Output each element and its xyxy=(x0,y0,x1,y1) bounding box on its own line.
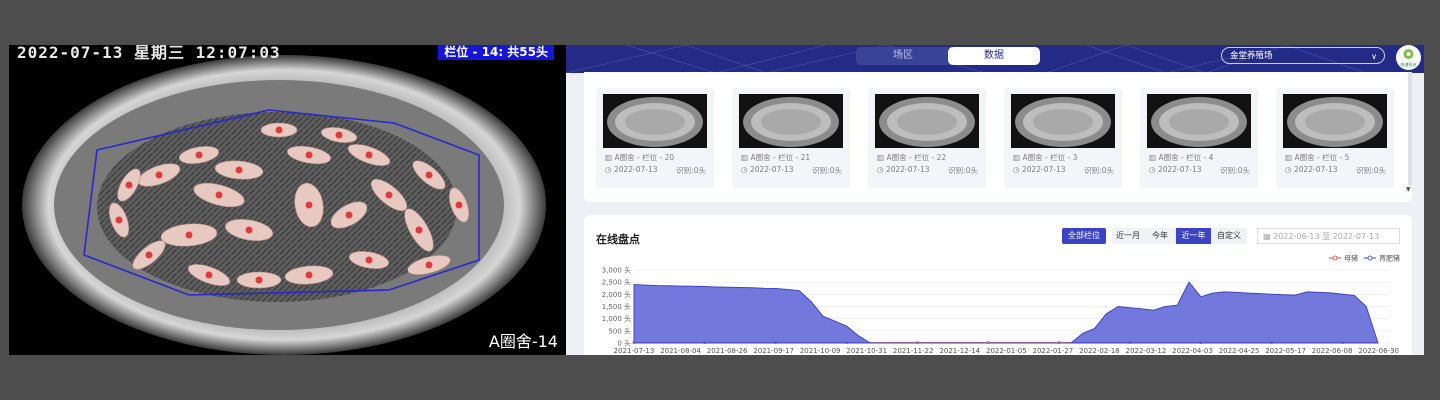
view-tabs: 场区 数据 xyxy=(856,47,1040,65)
x-tick-label: 2021-08-04 xyxy=(660,347,701,355)
y-tick-label: 1,500 头 xyxy=(602,302,631,311)
y-tick-label: 500 头 xyxy=(608,326,631,335)
legend-label: 育肥猪 xyxy=(1379,254,1400,263)
clock-icon: ◷ xyxy=(877,165,886,174)
pen-name: A圈舍 - 栏位 - 22 xyxy=(886,153,947,162)
inventory-chart: 3,000 头 2,500 头 2,000 头 1,500 头 1,000 头 500 头… xyxy=(602,254,1400,356)
camera-timestamp: 2022-07-13 星期三 12:07:03 xyxy=(17,45,281,62)
clock-icon: ◷ xyxy=(605,165,614,174)
pen-thumbnail[interactable] xyxy=(1283,94,1387,148)
dashboard: 场区 数据 金堂养殖场 ∨ 唯谱科技 ▥ A圈舍 - 栏位 - 20 ◷ 2022… xyxy=(566,45,1424,355)
pen-date: 2022-07-13 xyxy=(1293,165,1338,174)
inventory-panel: 在线盘点 全部栏位 近一月 今年 近一年 自定义 ▦ 2022-06-13 至 … xyxy=(584,215,1412,355)
farm-select[interactable]: 金堂养殖场 ∨ xyxy=(1221,47,1385,64)
x-tick-label: 2022-03-12 xyxy=(1126,347,1167,355)
legend-marker xyxy=(1367,255,1373,261)
pen-card[interactable]: ▥ A圈舍 - 栏位 - 4 ◷ 2022-07-13 识别:0头 xyxy=(1140,88,1258,188)
scroll-down-icon[interactable]: ▼ xyxy=(1406,186,1411,193)
pen-date: 2022-07-13 xyxy=(749,165,794,174)
x-tick-label: 2021-08-26 xyxy=(707,347,748,355)
tab-field[interactable]: 场区 xyxy=(858,47,948,65)
pen-name: A圈舍 - 栏位 - 21 xyxy=(750,153,811,162)
x-tick-label: 2021-11-22 xyxy=(893,347,934,355)
company-logo: 唯谱科技 xyxy=(1396,45,1421,70)
y-tick-label: 2,000 头 xyxy=(602,290,631,299)
x-tick-label: 2022-06-30 xyxy=(1358,347,1399,355)
pen-date: 2022-07-13 xyxy=(1021,165,1066,174)
top-bar: 场区 数据 金堂养殖场 ∨ 唯谱科技 xyxy=(566,45,1424,73)
pen-count: 识别:0头 xyxy=(1356,166,1386,175)
legend-marker xyxy=(1332,255,1338,261)
legend-label: 母猪 xyxy=(1344,254,1358,263)
x-tick-label: 2021-09-17 xyxy=(753,347,794,355)
x-tick-label: 2021-07-13 xyxy=(614,347,655,355)
pen-card[interactable]: ▥ A圈舍 - 栏位 - 22 ◷ 2022-07-13 识别:0头 xyxy=(868,88,986,188)
pen-date: 2022-07-13 xyxy=(885,165,930,174)
clock-icon: ◷ xyxy=(1285,165,1294,174)
x-tick-label: 2022-05-17 xyxy=(1265,347,1306,355)
y-tick-label: 2,500 头 xyxy=(602,278,631,287)
pen-card[interactable]: ▥ A圈舍 - 栏位 - 20 ◷ 2022-07-13 识别:0头 xyxy=(596,88,714,188)
pen-card[interactable]: ▥ A圈舍 - 栏位 - 21 ◷ 2022-07-13 识别:0头 xyxy=(732,88,850,188)
finisher-area xyxy=(633,281,1379,344)
pen-name: A圈舍 - 栏位 - 20 xyxy=(614,153,675,162)
x-tick-label: 2022-02-18 xyxy=(1079,347,1120,355)
pen-count-label: 栏位 - 14: 共55头 xyxy=(438,45,554,60)
x-tick-label: 2022-01-05 xyxy=(986,347,1027,355)
x-tick-label: 2022-06-08 xyxy=(1312,347,1353,355)
pen-card[interactable]: ▥ A圈舍 - 栏位 - 5 ◷ 2022-07-13 识别:0头 xyxy=(1276,88,1394,188)
pen-count: 识别:0头 xyxy=(1220,166,1250,175)
chevron-down-icon: ∨ xyxy=(1371,52,1377,61)
y-tick-label: 3,000 头 xyxy=(602,266,631,275)
x-tick-label: 2022-04-25 xyxy=(1219,347,1260,355)
pen-date: 2022-07-13 xyxy=(613,165,658,174)
pen-count: 识别:0头 xyxy=(1084,166,1114,175)
pen-date: 2022-07-13 xyxy=(1157,165,1202,174)
y-tick-label: 1,000 头 xyxy=(602,314,631,323)
tab-data[interactable]: 数据 xyxy=(948,47,1040,65)
pen-thumbnail[interactable] xyxy=(603,94,707,148)
scrollbar[interactable] xyxy=(1408,72,1412,186)
x-tick-label: 2021-10-31 xyxy=(846,347,887,355)
pen-thumbnail[interactable] xyxy=(875,94,979,148)
pen-count: 识别:0头 xyxy=(812,166,842,175)
clock-icon: ◷ xyxy=(1149,165,1158,174)
logo-text: 唯谱科技 xyxy=(1401,61,1417,67)
house-label: A圈舍-14 xyxy=(488,332,558,351)
x-tick-label: 2021-12-14 xyxy=(939,347,980,355)
fisheye-pen-image xyxy=(22,55,546,355)
pen-card[interactable]: ▥ A圈舍 - 栏位 - 3 ◷ 2022-07-13 识别:0头 xyxy=(1004,88,1122,188)
pen-name: A圈舍 - 栏位 - 3 xyxy=(1022,153,1078,162)
clock-icon: ◷ xyxy=(1013,165,1022,174)
clock-icon: ◷ xyxy=(741,165,750,174)
x-tick-label: 2022-04-03 xyxy=(1172,347,1213,355)
pen-count: 识别:0头 xyxy=(948,166,978,175)
camera-feed[interactable]: 2022-07-13 星期三 12:07:03 栏位 - 14: 共55头 A圈… xyxy=(9,45,566,355)
pen-count: 识别:0头 xyxy=(676,166,706,175)
pen-cards-panel: ▥ A圈舍 - 栏位 - 20 ◷ 2022-07-13 识别:0头 ▥ A圈舍 - … xyxy=(584,72,1412,202)
x-tick-label: 2022-01-27 xyxy=(1033,347,1074,355)
pen-thumbnail[interactable] xyxy=(739,94,843,148)
farm-select-value: 金堂养殖场 xyxy=(1230,51,1273,61)
pen-name: A圈舍 - 栏位 - 5 xyxy=(1294,153,1350,162)
pen-thumbnail[interactable] xyxy=(1147,94,1251,148)
pen-thumbnail[interactable] xyxy=(1011,94,1115,148)
pen-name: A圈舍 - 栏位 - 4 xyxy=(1158,153,1214,162)
x-tick-label: 2021-10-09 xyxy=(800,347,841,355)
